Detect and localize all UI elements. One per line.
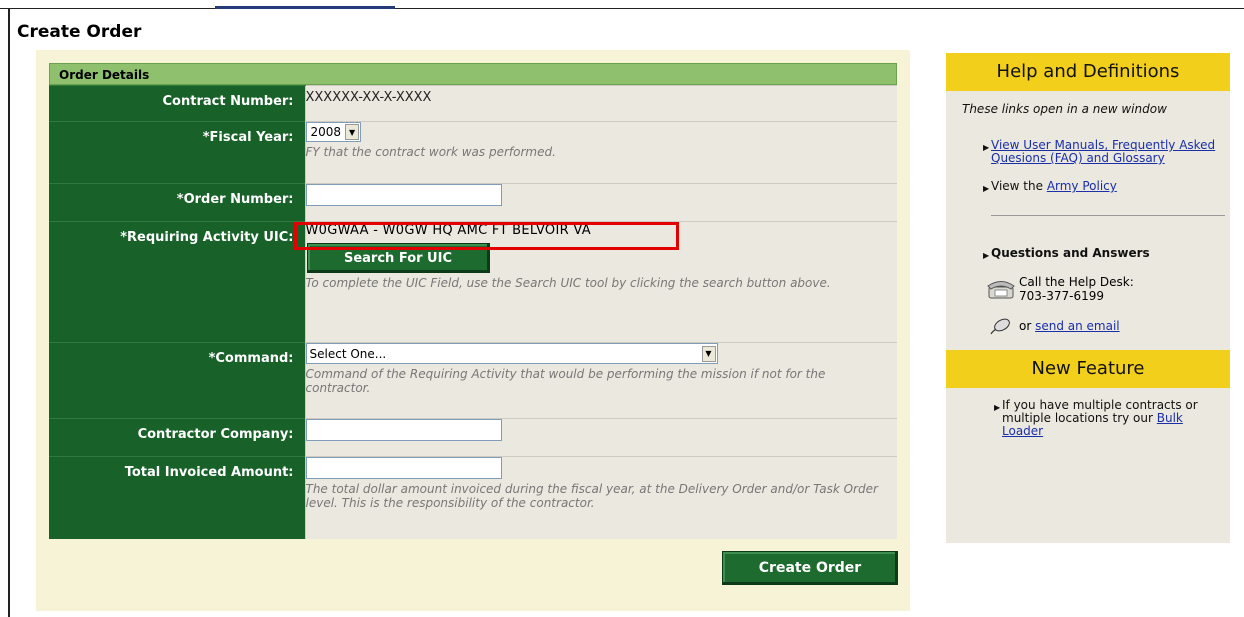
new-window-note: These links open in a new window [962,102,1167,116]
total-invoiced-input[interactable] [305,457,502,479]
left-border [8,8,10,617]
dropdown-arrow-icon[interactable]: ▼ [345,124,360,140]
helpdesk-phone: 703-377-6199 [1019,289,1105,303]
command-help: Command of the Requiring Activity that w… [305,367,826,395]
order-number-cell [304,183,897,222]
section-title: Order Details [59,68,150,82]
fiscal-year-select[interactable]: 2008 ▼ [305,122,362,142]
command-label: *Command: [49,342,305,419]
uic-label: *Requiring Activity UIC: [49,221,305,343]
total-invoiced-label: Total Invoiced Amount: [49,456,305,539]
army-policy-link[interactable]: Army Policy [1047,179,1117,193]
bullet-arrow-icon: ▶ [994,403,1001,412]
help-sidebar: Help and Definitions These links open in… [946,53,1230,543]
total-invoiced-cell: The total dollar amount invoiced during … [304,456,897,539]
email-prefix: or [1019,319,1036,333]
page-title: Create Order [17,22,142,42]
contract-number-cell: XXXXXX-XX-X-XXXX [304,85,897,122]
contractor-company-cell [304,418,897,457]
email-row: or send an email [946,318,1230,335]
policy-item: ▶ View the Army Policy [946,179,1230,194]
command-value: Select One... [309,346,387,361]
helpdesk-row: Call the Help Desk: 703-377-6199 [946,275,1230,303]
bullet-arrow-icon: ▶ [983,184,990,193]
bullet-arrow-icon: ▶ [983,143,990,152]
top-tab-indicator [215,6,395,9]
create-order-button[interactable]: Create Order [722,551,898,585]
contractor-company-input[interactable] [305,419,502,441]
dropdown-arrow-icon[interactable]: ▼ [701,345,716,362]
send-email-link[interactable]: send an email [1035,319,1120,333]
fiscal-year-label: *Fiscal Year: [49,121,305,184]
help-definitions-header: Help and Definitions [946,53,1230,91]
order-number-label: *Order Number: [49,183,305,222]
order-form: Contract Number: XXXXXX-XX-X-XXXX *Fisca… [49,85,897,539]
qa-heading: ▶ Questions and Answers [946,246,1230,261]
uic-help: To complete the UIC Field, use the Searc… [305,276,831,290]
section-header: Order Details [49,63,897,85]
uic-highlight-box [294,222,679,250]
fiscal-year-value: 2008 [310,125,342,139]
contract-number-label: Contract Number: [49,85,305,122]
command-cell: Select One... ▼ Command of the Requiring… [304,342,897,419]
top-divider [0,8,1244,9]
new-feature-header: New Feature [946,350,1230,388]
sidebar-divider [991,215,1225,216]
bullet-arrow-icon: ▶ [983,251,990,260]
total-invoiced-help: The total dollar amount invoiced during … [305,482,878,510]
manuals-link[interactable]: View User Manuals, Frequently Asked Ques… [991,138,1215,165]
helpdesk-label: Call the Help Desk: [1019,275,1134,289]
command-select[interactable]: Select One... ▼ [305,343,718,364]
qa-title: Questions and Answers [991,246,1150,260]
contractor-company-label: Contractor Company: [49,418,305,457]
fiscal-year-cell: 2008 ▼ FY that the contract work was per… [304,121,897,184]
phone-icon [987,281,1015,299]
fiscal-year-help: FY that the contract work was performed. [305,145,556,159]
manuals-item: ▶ View User Manuals, Frequently Asked Qu… [946,139,1230,165]
mouse-icon [990,318,1010,335]
contract-number-value: XXXXXX-XX-X-XXXX [305,90,432,105]
policy-prefix: View the [991,179,1047,193]
order-number-input[interactable] [305,184,502,206]
feature-item: ▶ If you have multiple contracts or mult… [946,399,1230,438]
